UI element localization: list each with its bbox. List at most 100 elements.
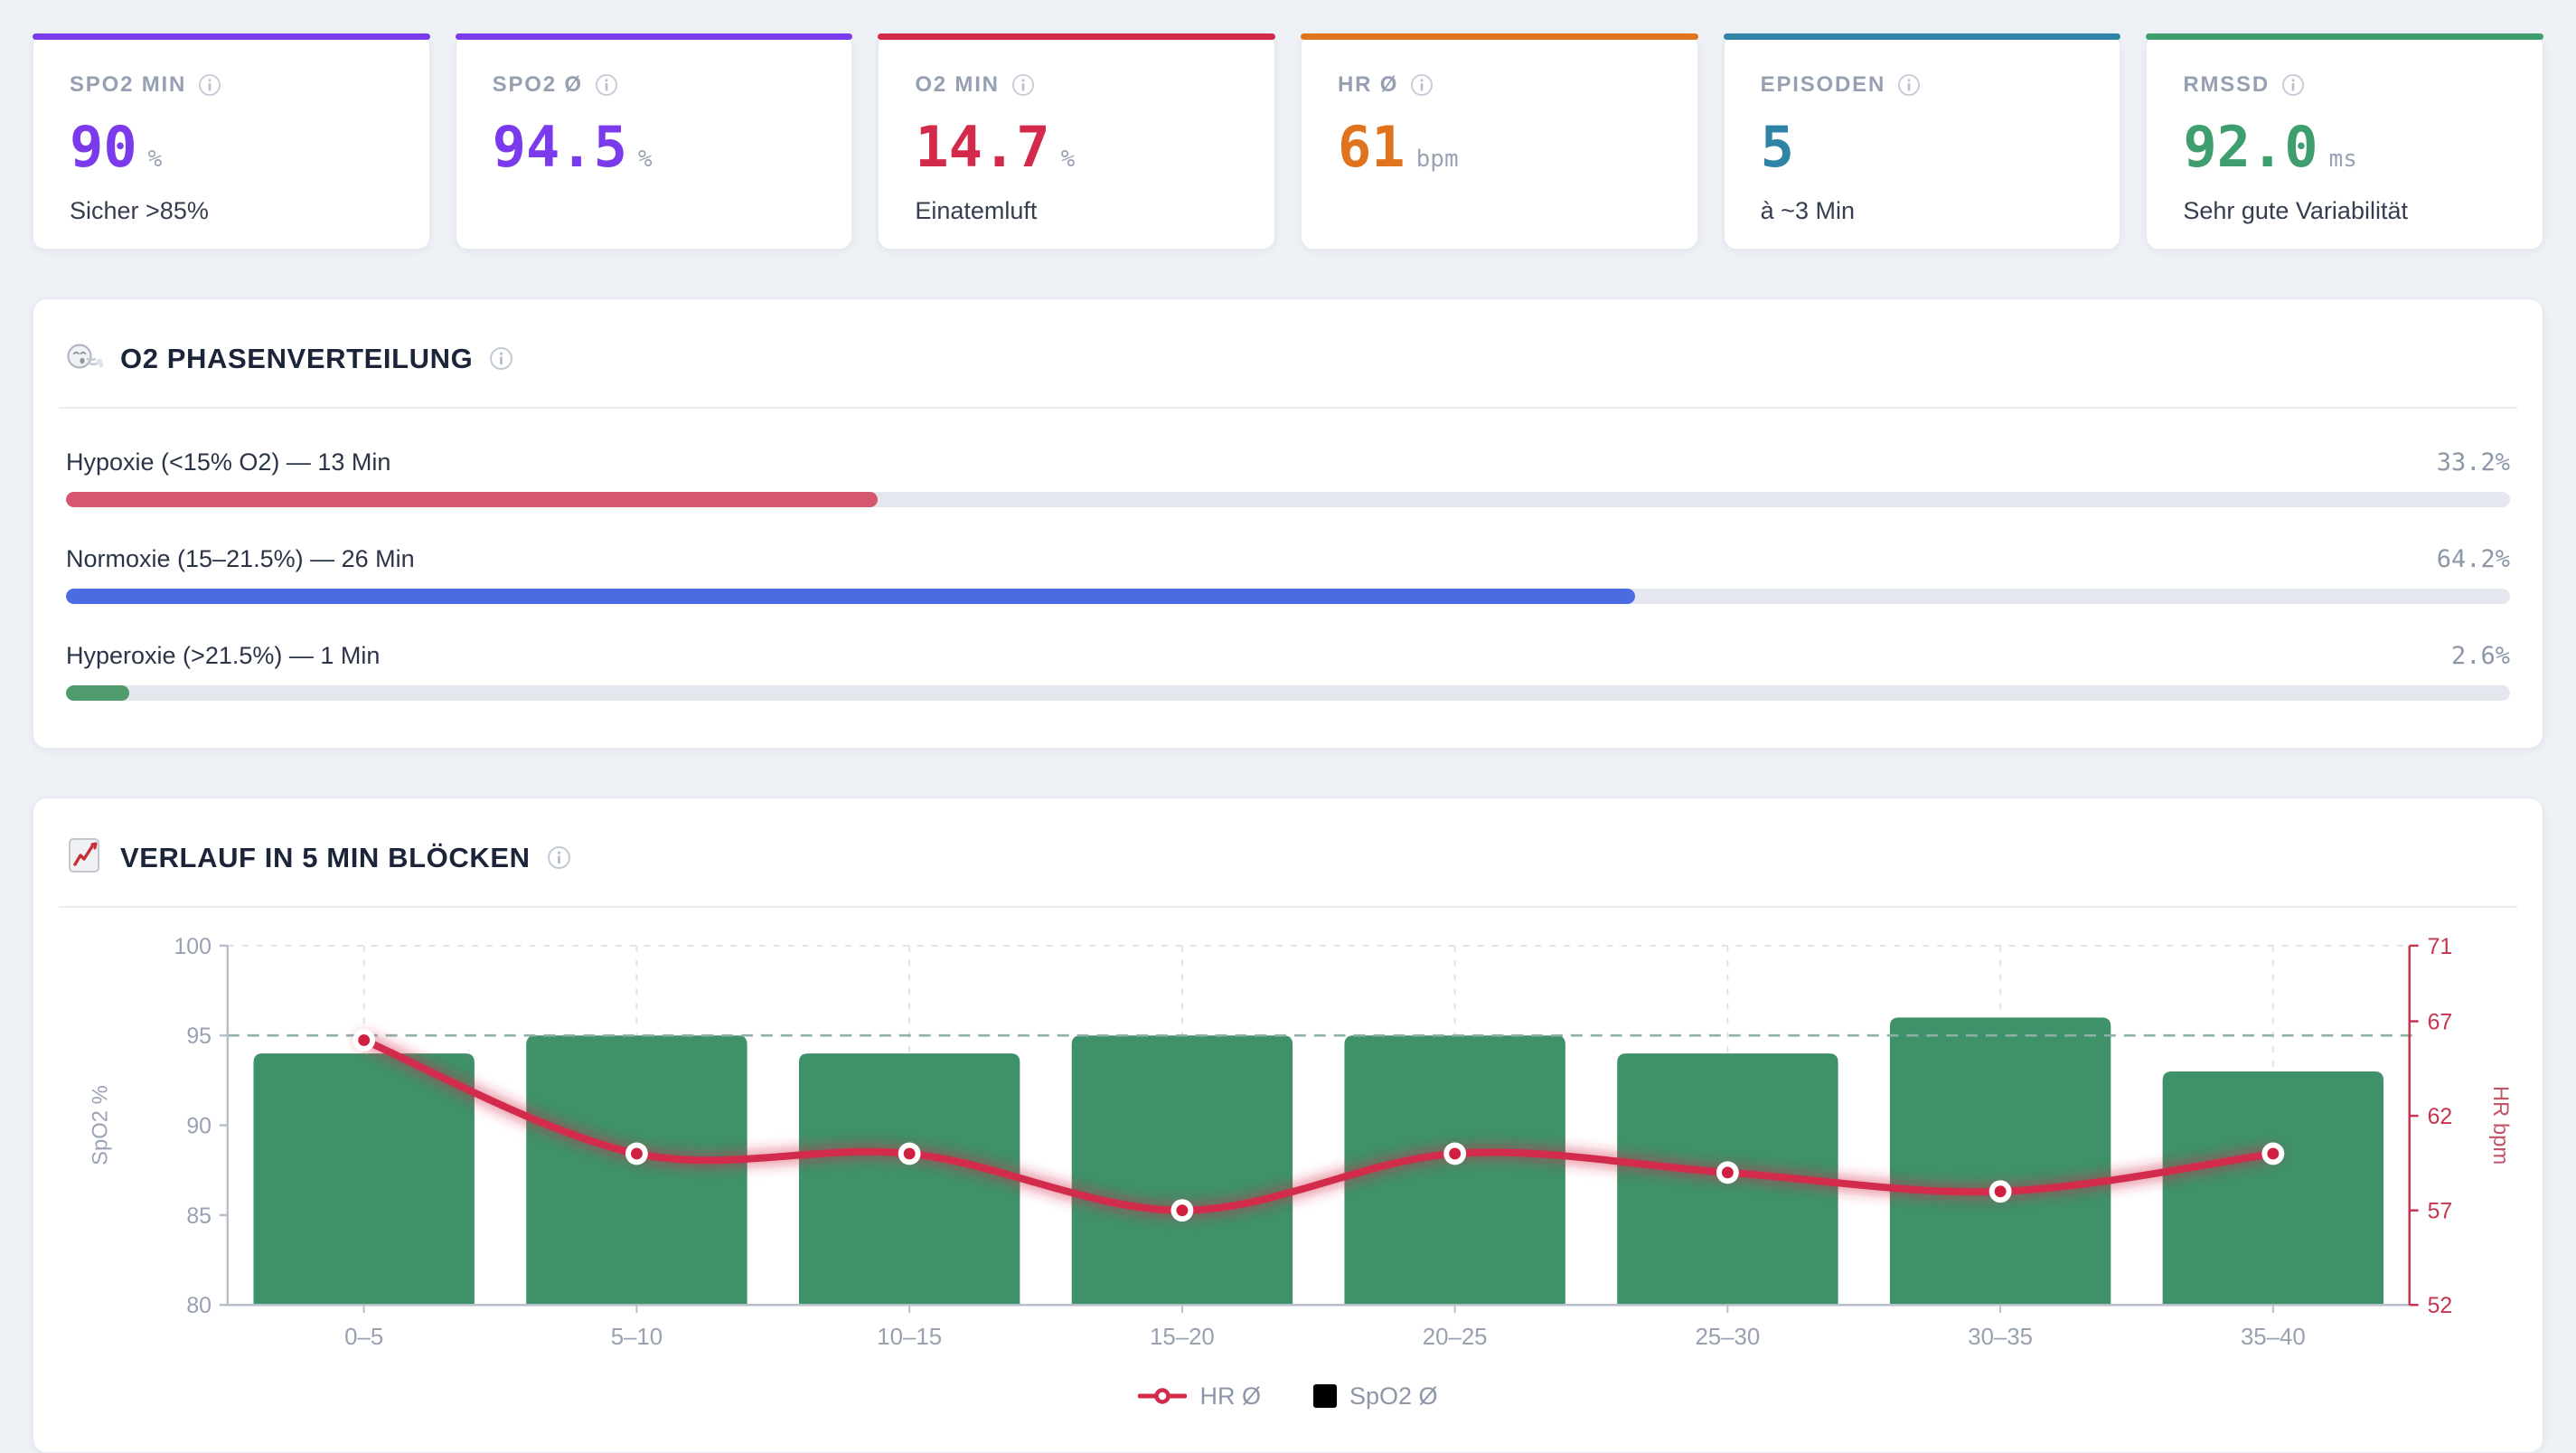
card-body: RMSSD 92.0 ms Sehr gute Variabilität (2147, 34, 2543, 225)
card-title: SPO2 Ø (493, 72, 583, 98)
kpi-card-rmssd: RMSSD 92.0 ms Sehr gute Variabilität (2146, 33, 2543, 250)
card-accent-bar (1301, 33, 1698, 40)
svg-text:90: 90 (186, 1114, 212, 1138)
card-value: 61 (1338, 119, 1406, 175)
trend-title: VERLAUF IN 5 MIN BLÖCKEN (120, 842, 531, 874)
info-icon[interactable] (2281, 73, 2305, 97)
card-body: EPISODEN5à ~3 Min (1725, 34, 2120, 225)
card-title: HR Ø (1338, 72, 1398, 98)
kpi-card-o2-min: O2 MIN 14.7% Einatemluft (878, 33, 1275, 250)
kpi-card-spo2-: SPO2 Ø 94.5% (456, 33, 853, 250)
card-subtitle: Sehr gute Variabilität (2183, 197, 2510, 225)
phase-progress-fill (66, 589, 1635, 604)
card-accent-bar (33, 33, 430, 40)
o2-phase-title: O2 PHASENVERTEILUNG (120, 343, 473, 375)
face-exhaling-icon (66, 337, 104, 380)
card-subtitle: à ~3 Min (1761, 197, 2088, 225)
card-accent-bar (456, 33, 853, 40)
o2-phase-panel: O2 PHASENVERTEILUNG Hypoxie (<15% O2) — … (33, 298, 2543, 749)
svg-text:10–15: 10–15 (877, 1325, 942, 1350)
card-unit: ms (2329, 146, 2357, 173)
svg-text:52: 52 (2428, 1294, 2453, 1318)
card-value: 14.7 (915, 119, 1049, 175)
card-unit: % (638, 146, 653, 173)
svg-text:15–20: 15–20 (1150, 1325, 1215, 1350)
svg-text:HR bpm: HR bpm (2488, 1086, 2510, 1165)
card-body: SPO2 MIN90%Sicher >85% (33, 34, 429, 225)
card-unit: bpm (1416, 146, 1459, 173)
svg-text:62: 62 (2428, 1105, 2453, 1129)
info-icon[interactable] (595, 73, 618, 97)
svg-text:SpO2 %: SpO2 % (89, 1085, 113, 1165)
phase-label: Normoxie (15–21.5%) — 26 Min (66, 545, 415, 573)
chart-increasing-icon (66, 836, 104, 879)
info-icon[interactable] (489, 346, 513, 371)
card-value: 92.0 (2183, 119, 2317, 175)
card-body: SPO2 Ø 94.5% (456, 34, 852, 175)
phase-progress-fill (66, 492, 878, 507)
card-unit: % (1061, 146, 1076, 173)
dashboard: SPO2 MIN 90% Sicher >85% SPO2 Ø 94.5% O2 MIN 1… (0, 0, 2576, 1453)
svg-text:95: 95 (186, 1024, 212, 1049)
svg-text:85: 85 (186, 1204, 212, 1229)
phase-progress-track (66, 685, 2510, 701)
card-unit: % (148, 146, 163, 173)
phase-percent: 64.2% (2437, 545, 2510, 573)
svg-text:20–25: 20–25 (1423, 1325, 1488, 1350)
legend-square-marker-icon (1313, 1384, 1337, 1408)
svg-text:80: 80 (186, 1294, 212, 1318)
phase-progress-track (66, 589, 2510, 604)
card-title: O2 MIN (915, 72, 999, 98)
phase-percent: 33.2% (2437, 448, 2510, 476)
chart-box: 100 95 90 85 80 SpO2 % 0–5 5–10 10–15 15–20 20–25 2… (59, 928, 2517, 1411)
phase-label: Hyperoxie (>21.5%) — 1 Min (66, 642, 380, 670)
legend-item-hr-[interactable]: HR Ø (1138, 1382, 1261, 1411)
chart-legend: HR Ø SpO2 Ø (66, 1382, 2510, 1411)
kpi-card-hr-: HR Ø 61 bpm (1301, 33, 1698, 250)
svg-text:5–10: 5–10 (611, 1325, 663, 1350)
card-body: HR Ø 61 bpm (1302, 34, 1697, 175)
card-accent-bar (1724, 33, 2121, 40)
card-title: EPISODEN (1761, 72, 1885, 98)
svg-text:30–35: 30–35 (1968, 1325, 2033, 1350)
info-icon[interactable] (1897, 73, 1921, 97)
card-accent-bar (878, 33, 1275, 40)
legend-label: HR Ø (1199, 1382, 1261, 1411)
phase-row: Hypoxie (<15% O2) — 13 Min 33.2% (66, 448, 2510, 507)
legend-item-spo2-[interactable]: SpO2 Ø (1313, 1382, 1438, 1411)
trend-panel: VERLAUF IN 5 MIN BLÖCKEN 100 95 90 85 80 SpO2… (33, 797, 2543, 1453)
phase-label: Hypoxie (<15% O2) — 13 Min (66, 448, 390, 476)
divider (59, 906, 2517, 908)
card-body: O2 MIN 14.7% Einatemluft (879, 34, 1274, 225)
card-title: RMSSD (2183, 72, 2270, 98)
info-icon[interactable] (1011, 73, 1035, 97)
info-icon[interactable] (198, 73, 221, 97)
card-value: 94.5 (493, 119, 627, 175)
info-icon[interactable] (547, 845, 571, 870)
svg-text:25–30: 25–30 (1695, 1325, 1760, 1350)
trend-header: VERLAUF IN 5 MIN BLÖCKEN (59, 836, 2517, 879)
kpi-card-episoden: EPISODEN5à ~3 Min (1724, 33, 2121, 250)
svg-text:57: 57 (2428, 1200, 2453, 1224)
card-title: SPO2 MIN (70, 72, 186, 98)
phase-progress-track (66, 492, 2510, 507)
trend-chart: 100 95 90 85 80 SpO2 % 0–5 5–10 10–15 15–20 20–25 2… (66, 928, 2510, 1377)
legend-line-marker-icon (1138, 1386, 1187, 1406)
kpi-grid: SPO2 MIN90%Sicher >85%SPO2 Ø94.5%O2 MIN1… (33, 33, 2543, 250)
card-accent-bar (2146, 33, 2543, 40)
kpi-card-spo2-min: SPO2 MIN90%Sicher >85% (33, 33, 430, 250)
svg-text:67: 67 (2428, 1010, 2453, 1034)
svg-text:100: 100 (174, 935, 212, 959)
card-subtitle: Sicher >85% (70, 197, 397, 225)
o2-phase-header: O2 PHASENVERTEILUNG (59, 337, 2517, 380)
svg-text:71: 71 (2428, 935, 2453, 959)
phase-rows: Hypoxie (<15% O2) — 13 Min 33.2% Normoxie … (59, 448, 2517, 701)
info-icon[interactable] (1410, 73, 1434, 97)
phase-row: Hyperoxie (>21.5%) — 1 Min 2.6% (66, 642, 2510, 701)
svg-text:0–5: 0–5 (344, 1325, 383, 1350)
card-subtitle: Einatemluft (915, 197, 1242, 225)
phase-percent: 2.6% (2451, 642, 2510, 670)
phase-progress-fill (66, 685, 129, 701)
svg-text:35–40: 35–40 (2241, 1325, 2306, 1350)
phase-row: Normoxie (15–21.5%) — 26 Min 64.2% (66, 545, 2510, 604)
